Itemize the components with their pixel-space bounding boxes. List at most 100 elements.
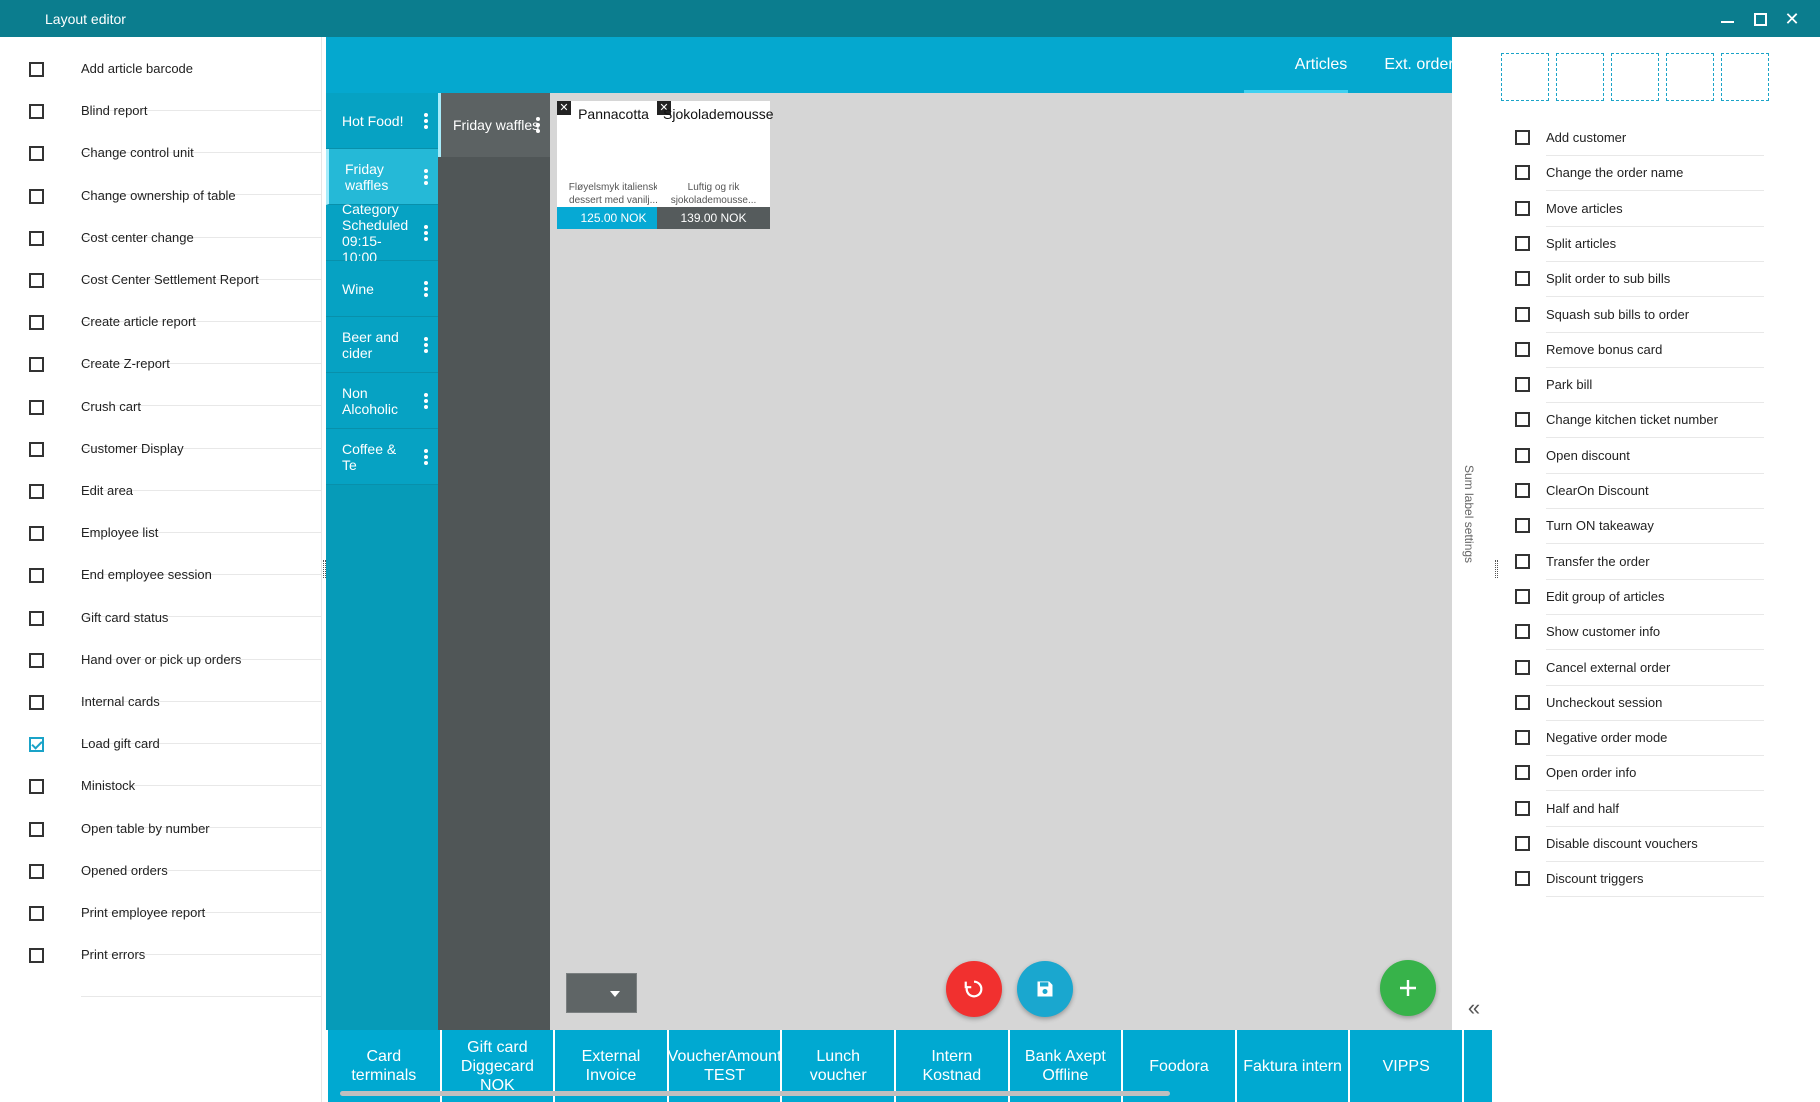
subcategory-column: Friday waffles [438,93,550,1030]
checkbox[interactable] [1515,377,1530,393]
checkbox[interactable] [29,146,44,162]
payment-method-button[interactable]: Faktura intern [1234,1030,1349,1102]
left-list-item-label: End employee session [81,567,212,583]
checkbox[interactable] [29,484,44,499]
checkbox[interactable] [1515,765,1530,781]
checkbox[interactable] [29,779,44,795]
more-options-icon[interactable] [424,279,428,299]
quick-action-slot[interactable] [1501,53,1549,101]
payment-method-button[interactable]: VIPPS [1348,1030,1462,1102]
checkbox[interactable] [1515,836,1530,851]
more-options-icon[interactable] [424,335,428,355]
left-list-item-label: Opened orders [81,862,168,878]
left-list-item[interactable]: Print errors [0,923,321,998]
category-item[interactable]: Coffee & Te [326,429,438,485]
right-list-item-label: Discount triggers [1546,871,1644,887]
reset-button[interactable] [946,961,1002,1017]
article-card[interactable]: ✕ Sjokolademousse Luftig og rik sjokoladem… [657,101,774,229]
checkbox[interactable] [1515,200,1530,216]
category-item[interactable]: Category Scheduled 09:15-10:00 [326,201,438,265]
category-item[interactable]: Beer and cider [326,317,438,373]
payment-method-label: VoucherAmount TEST [667,1048,782,1084]
checkbox[interactable] [1515,165,1530,181]
quick-action-slot[interactable] [1611,53,1659,101]
checkbox[interactable] [29,737,44,753]
category-item[interactable]: Non Alcoholic [326,373,438,429]
checkbox[interactable] [29,188,44,204]
payment-method-label: Bank Axept Offline [1024,1048,1106,1084]
page-dropdown-button[interactable] [566,973,637,1013]
left-list-item-label: Add article barcode [81,61,194,76]
checkbox[interactable] [29,104,44,120]
left-list-item-label: Load gift card [81,736,160,752]
checkbox[interactable] [1515,659,1530,675]
payment-method-button[interactable]: Co [1462,1030,1492,1102]
checkbox[interactable] [29,610,44,626]
close-button[interactable]: ✕ [1779,6,1805,32]
payment-method-label: Intern Kostnad [922,1048,982,1084]
left-list-item-label: Print employee report [81,905,206,920]
more-options-icon[interactable] [424,391,428,411]
checkbox[interactable] [29,230,44,246]
category-item[interactable]: Wine [326,261,438,317]
checkbox[interactable] [1515,624,1530,640]
more-options-icon[interactable] [424,223,428,243]
checkbox[interactable] [1515,588,1530,604]
tab-articles[interactable]: Articles [1270,56,1372,74]
double-chevron-left-icon[interactable]: « [1462,997,1486,1021]
checkbox[interactable] [1515,235,1530,251]
checkbox[interactable] [1515,306,1530,322]
payment-bar-scrollbar[interactable] [340,1091,1170,1096]
checkbox[interactable] [29,863,44,879]
category-label: Friday waffles [345,160,389,193]
checkbox[interactable] [29,273,44,288]
more-options-icon[interactable] [424,111,428,131]
left-list-item-label: Create Z-report [81,356,170,372]
checkbox[interactable] [1515,271,1530,287]
checkbox[interactable] [29,821,44,837]
subcategory-item[interactable]: Friday waffles [438,93,550,157]
checkbox[interactable] [29,399,44,415]
checkbox[interactable] [1515,518,1530,534]
checkbox[interactable] [1515,412,1530,428]
checkbox[interactable] [1515,553,1530,569]
checkbox[interactable] [1515,871,1530,887]
quick-action-slot[interactable] [1666,53,1714,101]
checkbox[interactable] [1515,800,1530,816]
left-list-item-label: Change control unit [81,145,194,161]
checkbox[interactable] [29,62,44,77]
checkbox[interactable] [1515,730,1530,746]
checkbox[interactable] [1515,447,1530,463]
more-options-icon[interactable] [424,167,428,187]
checkbox[interactable] [1515,130,1530,145]
checkbox[interactable] [29,357,44,373]
article-card[interactable]: ✕ Pannacotta Fløyelsmyk italiensk dessert … [557,101,670,229]
left-list-item-label: Employee list [81,525,159,541]
checkbox[interactable] [29,441,44,457]
right-list-item[interactable]: Discount triggers [1498,862,1820,903]
article-description: Fløyelsmyk italiensk dessert med vanilj.… [568,182,659,206]
category-item[interactable]: Hot Food! [326,93,438,149]
checkbox[interactable] [1515,694,1530,710]
category-item[interactable]: Friday waffles [326,149,438,205]
checkbox[interactable] [1515,341,1530,357]
quick-action-slot[interactable] [1556,53,1604,101]
right-list-item-label: Uncheckout session [1546,694,1663,710]
checkbox[interactable] [1515,483,1530,498]
add-button[interactable] [1380,960,1436,1016]
minimize-button[interactable] [1714,6,1740,32]
quick-action-slot[interactable] [1721,53,1769,101]
checkbox[interactable] [29,652,44,668]
checkbox[interactable] [29,906,44,921]
divider [81,996,321,998]
checkbox[interactable] [29,315,44,331]
maximize-button[interactable] [1747,6,1773,32]
more-options-icon[interactable] [424,447,428,467]
right-list-item-label: Split order to sub bills [1546,271,1671,287]
more-options-icon[interactable] [536,115,540,135]
save-button[interactable] [1017,961,1073,1017]
checkbox[interactable] [29,526,44,542]
checkbox[interactable] [29,948,44,964]
checkbox[interactable] [29,568,44,584]
checkbox[interactable] [29,695,44,710]
